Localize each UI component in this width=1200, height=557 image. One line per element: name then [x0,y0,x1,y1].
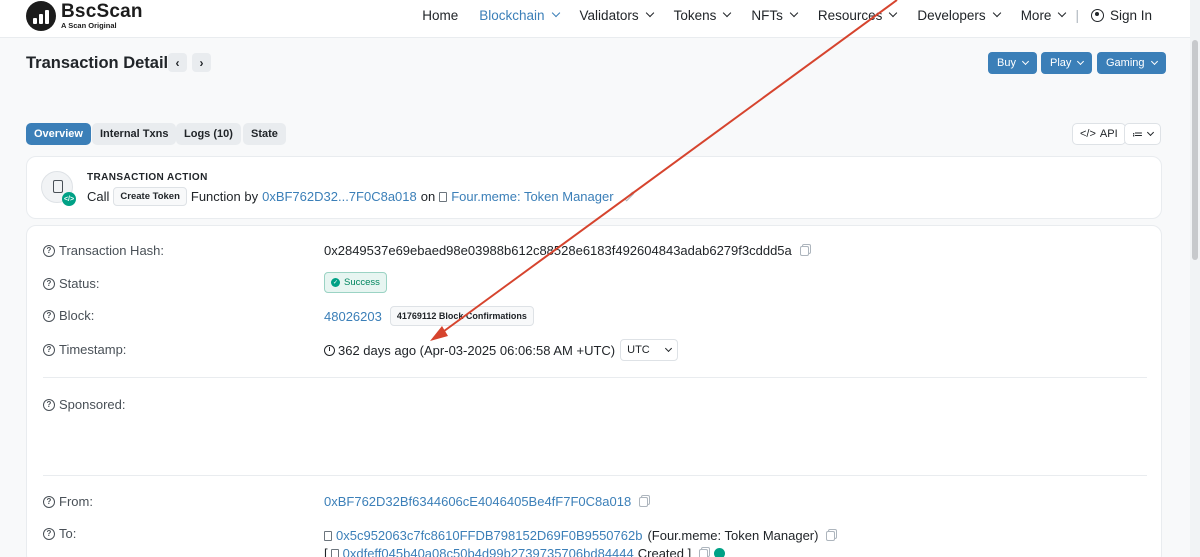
annotation-arrow-head [430,326,448,341]
annotation-arrow-line [439,0,898,335]
annotation-arrow [430,0,898,341]
